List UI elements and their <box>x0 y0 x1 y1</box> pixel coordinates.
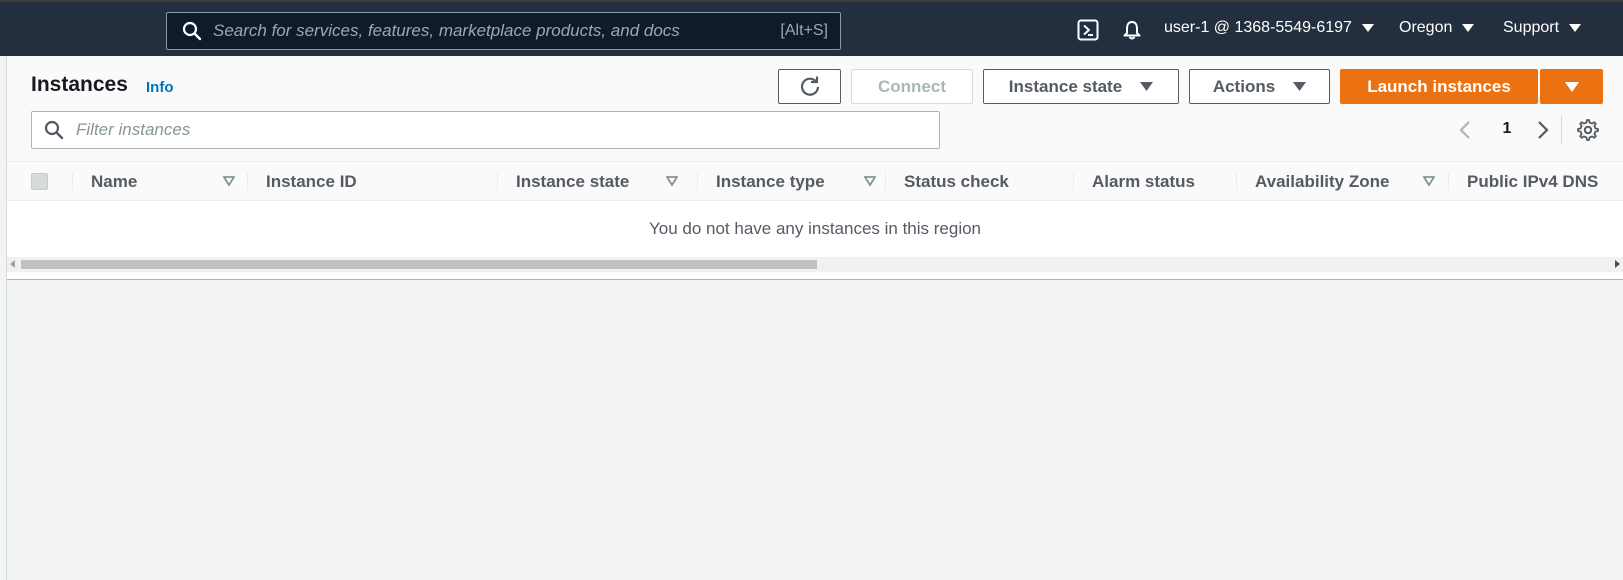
search-icon <box>182 21 202 41</box>
actions-label: Actions <box>1212 76 1276 96</box>
refresh-icon <box>800 76 819 96</box>
column-header-availability-zone[interactable]: Availability Zone <box>1255 162 1435 201</box>
column-divider <box>1236 172 1237 191</box>
instances-panel: Instances Info Connect Instance state Ac… <box>7 56 1623 280</box>
top-navigation-bar: [Alt+S] user-1 @ 1368-5549-6197 Oregon S… <box>0 0 1623 56</box>
cloudshell-icon <box>1077 19 1099 41</box>
account-menu[interactable]: user-1 @ 1368-5549-6197 <box>1164 19 1374 37</box>
cloudshell-button[interactable] <box>1076 18 1100 42</box>
column-divider <box>497 172 498 191</box>
connect-button[interactable]: Connect <box>851 69 973 104</box>
column-header-name[interactable]: Name <box>91 162 241 201</box>
info-link[interactable]: Info <box>146 79 174 96</box>
filter-instances-input[interactable] <box>64 112 939 148</box>
horizontal-scrollbar[interactable] <box>7 257 1623 272</box>
instance-state-button[interactable]: Instance state <box>983 69 1179 104</box>
panel-header: Instances Info Connect Instance state Ac… <box>7 56 1623 162</box>
chevron-right-icon <box>1538 121 1549 139</box>
global-search-box[interactable]: [Alt+S] <box>166 12 841 50</box>
column-label: Instance state <box>516 171 630 191</box>
launch-options-dropdown[interactable] <box>1540 69 1603 104</box>
caret-down-icon <box>1462 24 1475 32</box>
column-header-public-ipv4-dns[interactable]: Public IPv4 DNS <box>1467 162 1623 201</box>
pagination-divider <box>1561 116 1562 144</box>
caret-down-icon <box>1293 82 1307 91</box>
next-page-button[interactable] <box>1531 118 1555 142</box>
refresh-button[interactable] <box>778 69 841 104</box>
select-all-checkbox[interactable] <box>31 173 48 190</box>
column-label: Status check <box>904 171 1009 191</box>
table-header-row: Name Instance ID Instance state Instance… <box>7 162 1623 201</box>
notifications-button[interactable] <box>1120 18 1144 42</box>
scroll-left-arrow[interactable] <box>10 260 15 268</box>
column-header-instance-id[interactable]: Instance ID <box>266 162 486 201</box>
column-label: Availability Zone <box>1255 171 1390 191</box>
region-label: Oregon <box>1399 19 1453 36</box>
content-background <box>7 280 1623 580</box>
filter-instances-box[interactable] <box>31 111 940 149</box>
support-label: Support <box>1503 19 1560 36</box>
column-label: Alarm status <box>1092 171 1195 191</box>
column-label: Name <box>91 171 138 191</box>
column-divider <box>885 172 886 191</box>
column-label: Public IPv4 DNS <box>1467 171 1599 191</box>
page-number-1[interactable]: 1 <box>1497 120 1517 138</box>
column-divider <box>72 172 73 191</box>
support-menu[interactable]: Support <box>1503 19 1582 37</box>
search-icon <box>44 120 64 140</box>
column-divider <box>1448 172 1449 191</box>
column-divider <box>247 172 248 191</box>
scrollbar-thumb[interactable] <box>21 260 817 269</box>
caret-down-icon <box>1564 81 1579 92</box>
scroll-right-arrow[interactable] <box>1615 260 1620 268</box>
previous-page-button[interactable] <box>1453 118 1477 142</box>
caret-down-icon <box>1140 82 1154 91</box>
sort-icon <box>864 176 876 187</box>
actions-button[interactable]: Actions <box>1189 69 1330 104</box>
gear-icon <box>1577 119 1599 141</box>
column-divider <box>1073 172 1074 191</box>
column-label: Instance ID <box>266 171 357 191</box>
page-title: Instances <box>31 73 128 96</box>
launch-instances-button[interactable]: Launch instances <box>1340 69 1538 104</box>
column-label: Instance type <box>716 171 825 191</box>
chevron-left-icon <box>1459 121 1470 139</box>
caret-down-icon <box>1361 24 1374 32</box>
column-header-instance-state[interactable]: Instance state <box>516 162 681 201</box>
caret-down-icon <box>1569 24 1582 32</box>
side-nav-collapsed-edge <box>0 56 7 580</box>
bell-icon <box>1123 21 1141 40</box>
column-header-instance-type[interactable]: Instance type <box>716 162 881 201</box>
column-header-status-check[interactable]: Status check <box>904 162 1074 201</box>
search-shortcut-hint: [Alt+S] <box>780 22 828 39</box>
sort-icon <box>666 176 678 187</box>
instance-state-label: Instance state <box>1008 76 1123 96</box>
column-divider <box>697 172 698 191</box>
sort-icon <box>1423 176 1435 187</box>
account-label: user-1 @ 1368-5549-6197 <box>1164 19 1352 36</box>
empty-table-message: You do not have any instances in this re… <box>648 219 982 238</box>
table-preferences-button[interactable] <box>1576 118 1600 142</box>
sort-icon <box>223 176 235 187</box>
column-header-alarm-status[interactable]: Alarm status <box>1092 162 1232 201</box>
region-menu[interactable]: Oregon <box>1399 19 1475 37</box>
global-search-input[interactable] <box>202 13 781 49</box>
